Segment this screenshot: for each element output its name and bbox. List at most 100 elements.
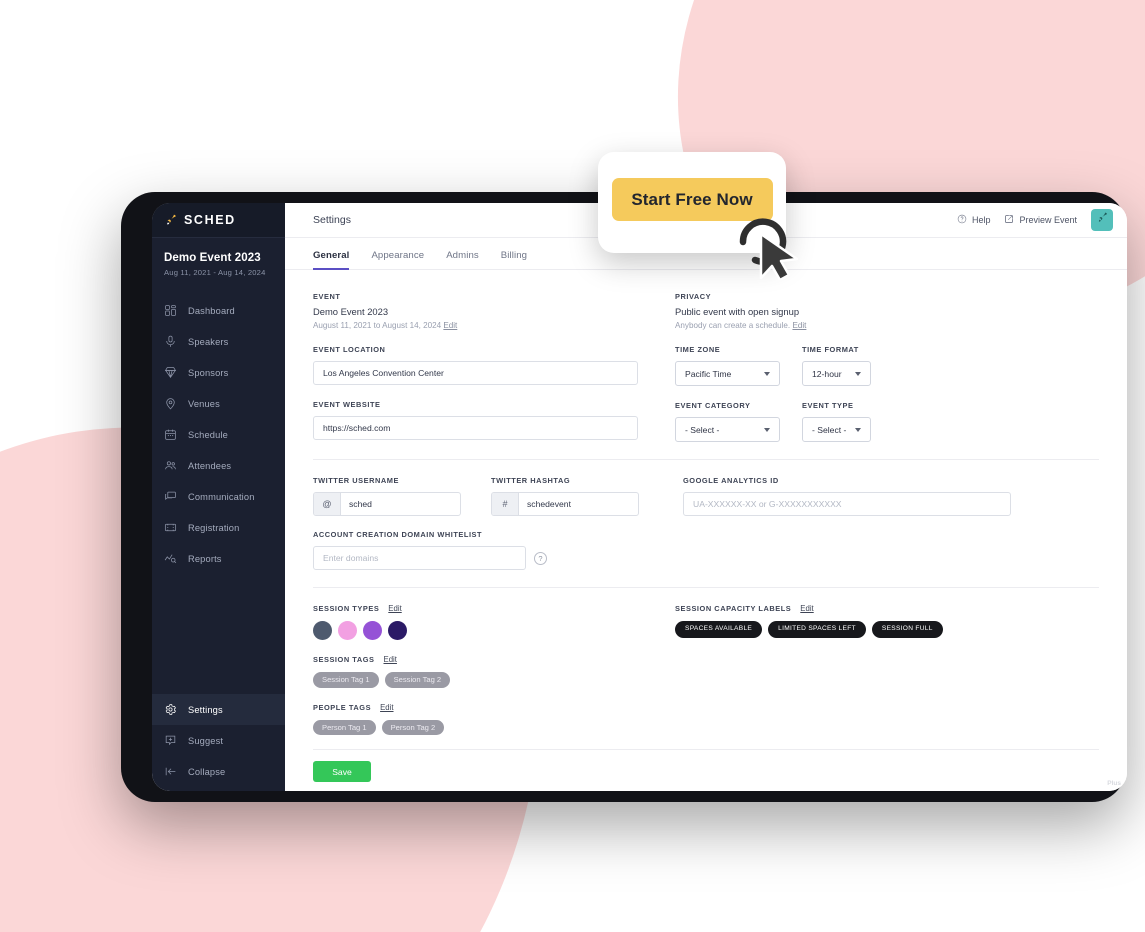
sidebar-event-block: Demo Event 2023 Aug 11, 2021 - Aug 14, 2… bbox=[152, 238, 285, 281]
people-tags-header: PEOPLE TAGS Edit bbox=[313, 703, 665, 712]
twitter-hashtag-field[interactable]: # schedevent bbox=[491, 492, 639, 516]
event-label: EVENT bbox=[313, 292, 341, 301]
session-types-header: SESSION TYPES Edit bbox=[313, 604, 665, 613]
event-location-label: EVENT LOCATION bbox=[313, 345, 386, 354]
event-website-input[interactable]: https://sched.com bbox=[313, 416, 638, 440]
chevron-down-icon bbox=[764, 427, 770, 432]
capacity-tag[interactable]: SPACES AVAILABLE bbox=[675, 621, 763, 638]
twitter-hashtag-label: TWITTER HASHTAG bbox=[491, 476, 571, 485]
sidebar-item-settings[interactable]: Settings bbox=[152, 694, 285, 725]
sidebar-item-venues[interactable]: Venues bbox=[152, 388, 285, 419]
calendar-icon bbox=[164, 428, 177, 441]
event-type-select[interactable]: - Select - bbox=[802, 417, 871, 442]
people-tags-edit-link[interactable]: Edit bbox=[380, 703, 393, 712]
plus-box-icon bbox=[164, 734, 177, 747]
event-date-range-text: August 11, 2021 to August 14, 2024 bbox=[313, 321, 442, 330]
question-circle-icon bbox=[957, 214, 967, 226]
twitter-username-input[interactable]: sched bbox=[341, 493, 460, 515]
app-window: SCHED Demo Event 2023 Aug 11, 2021 - Aug… bbox=[152, 203, 1127, 791]
session-tag[interactable]: Session Tag 2 bbox=[384, 672, 451, 688]
sidebar-item-dashboard[interactable]: Dashboard bbox=[152, 295, 285, 326]
right-column: PRIVACY Public event with open signup An… bbox=[665, 292, 1099, 442]
sidebar-item-communication[interactable]: Communication bbox=[152, 481, 285, 512]
privacy-note-text: Anybody can create a schedule. bbox=[675, 321, 791, 330]
event-category-value: - Select - bbox=[685, 424, 720, 435]
twitter-hashtag-input[interactable]: schedevent bbox=[519, 493, 638, 515]
event-location-input[interactable]: Los Angeles Convention Center bbox=[313, 361, 638, 385]
session-tags-header: SESSION TAGS Edit bbox=[313, 655, 665, 664]
session-capacity-edit-link[interactable]: Edit bbox=[800, 604, 813, 613]
sidebar-logo[interactable]: SCHED bbox=[152, 203, 285, 238]
sidebar-event-dates: Aug 11, 2021 - Aug 14, 2024 bbox=[164, 268, 266, 277]
help-button[interactable]: Help bbox=[957, 214, 990, 226]
divider-1 bbox=[313, 459, 1099, 460]
event-name: Demo Event 2023 bbox=[313, 306, 389, 317]
event-category-select[interactable]: - Select - bbox=[675, 417, 780, 442]
sidebar: SCHED Demo Event 2023 Aug 11, 2021 - Aug… bbox=[152, 203, 285, 791]
session-type-swatch[interactable] bbox=[313, 621, 332, 640]
sidebar-item-label: Collapse bbox=[188, 766, 226, 777]
domain-whitelist-label: ACCOUNT CREATION DOMAIN WHITELIST bbox=[313, 530, 483, 539]
time-zone-value: Pacific Time bbox=[685, 368, 732, 379]
event-edit-link[interactable]: Edit bbox=[443, 321, 457, 330]
tab-appearance[interactable]: Appearance bbox=[371, 250, 424, 269]
mouse-pointer-click-icon bbox=[739, 218, 799, 280]
person-tag[interactable]: Person Tag 2 bbox=[381, 719, 445, 736]
session-type-swatch[interactable] bbox=[338, 621, 357, 640]
sidebar-item-label: Reports bbox=[188, 553, 222, 564]
tags-right-column: SESSION CAPACITY LABELS Edit SPACES AVAI… bbox=[665, 604, 1099, 735]
sidebar-item-label: Settings bbox=[188, 704, 223, 715]
at-symbol-icon: @ bbox=[314, 493, 341, 515]
question-circle-icon[interactable]: ? bbox=[534, 551, 547, 565]
sidebar-event-name: Demo Event 2023 bbox=[164, 252, 261, 264]
sidebar-item-label: Dashboard bbox=[188, 305, 235, 316]
category-type-labels: EVENT CATEGORY EVENT TYPE bbox=[675, 401, 1099, 410]
time-format-label: TIME FORMAT bbox=[802, 345, 859, 354]
sidebar-item-reports[interactable]: Reports bbox=[152, 543, 285, 574]
tab-billing[interactable]: Billing bbox=[501, 250, 527, 269]
main-panel: Settings Help Preview Event General Appe… bbox=[285, 203, 1127, 791]
session-tags-edit-link[interactable]: Edit bbox=[384, 655, 397, 664]
sidebar-item-collapse[interactable]: Collapse bbox=[152, 756, 285, 787]
capacity-tag[interactable]: SESSION FULL bbox=[871, 621, 943, 638]
sidebar-item-schedule[interactable]: Schedule bbox=[152, 419, 285, 450]
ticket-icon bbox=[164, 521, 177, 534]
tab-general[interactable]: General bbox=[313, 250, 350, 270]
divider-2 bbox=[313, 587, 1099, 588]
time-format-select[interactable]: 12-hour bbox=[802, 361, 871, 386]
gear-icon bbox=[164, 703, 177, 716]
privacy-value: Public event with open signup bbox=[675, 306, 800, 317]
sidebar-bottom-nav: Settings Suggest Collapse bbox=[152, 694, 285, 791]
session-type-swatch[interactable] bbox=[388, 621, 407, 640]
capacity-tag[interactable]: LIMITED SPACES LEFT bbox=[768, 621, 866, 638]
tab-admins[interactable]: Admins bbox=[446, 250, 479, 269]
privacy-edit-link[interactable]: Edit bbox=[792, 321, 806, 330]
session-type-swatch[interactable] bbox=[363, 621, 382, 640]
sidebar-item-speakers[interactable]: Speakers bbox=[152, 326, 285, 357]
event-type-value: - Select - bbox=[812, 424, 847, 435]
preview-event-label: Preview Event bbox=[1019, 215, 1077, 225]
domain-whitelist-input[interactable]: Enter domains bbox=[313, 546, 526, 570]
people-icon bbox=[164, 459, 177, 472]
session-tag[interactable]: Session Tag 1 bbox=[313, 672, 379, 688]
time-zone-select[interactable]: Pacific Time bbox=[675, 361, 780, 386]
category-type-block: EVENT CATEGORY EVENT TYPE - Select - - S… bbox=[675, 401, 1099, 442]
sched-rocket-icon bbox=[164, 213, 178, 227]
twitter-username-field[interactable]: @ sched bbox=[313, 492, 461, 516]
session-types-edit-link[interactable]: Edit bbox=[388, 604, 401, 613]
session-capacity-header: SESSION CAPACITY LABELS Edit bbox=[675, 604, 1099, 613]
person-tag[interactable]: Person Tag 1 bbox=[313, 719, 376, 736]
sidebar-item-attendees[interactable]: Attendees bbox=[152, 450, 285, 481]
sidebar-item-label: Sponsors bbox=[188, 367, 229, 378]
event-category-label: EVENT CATEGORY bbox=[675, 401, 751, 410]
sidebar-item-sponsors[interactable]: Sponsors bbox=[152, 357, 285, 388]
sidebar-item-suggest[interactable]: Suggest bbox=[152, 725, 285, 756]
time-zone-label: TIME ZONE bbox=[675, 345, 721, 354]
save-button[interactable]: Save bbox=[313, 761, 371, 783]
session-capacity-label: SESSION CAPACITY LABELS bbox=[675, 604, 792, 613]
avatar[interactable] bbox=[1091, 209, 1113, 231]
preview-event-button[interactable]: Preview Event bbox=[1004, 214, 1077, 226]
map-pin-icon bbox=[164, 397, 177, 410]
sidebar-item-registration[interactable]: Registration bbox=[152, 512, 285, 543]
google-analytics-input[interactable]: UA-XXXXXX-XX or G-XXXXXXXXXXX bbox=[683, 492, 1011, 516]
